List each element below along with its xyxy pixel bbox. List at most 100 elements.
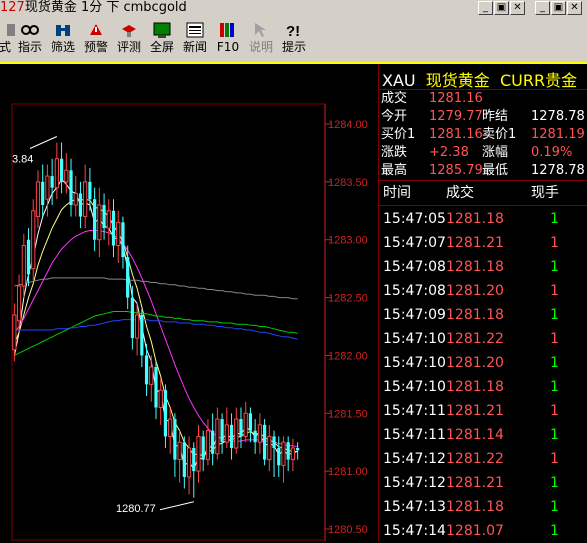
tick-time: 15:47:10: [383, 355, 446, 371]
tick-row: 15:47:07 1281.21 1: [379, 231, 587, 255]
candle-body: [69, 170, 73, 205]
tick-time: 15:47:07: [383, 235, 446, 251]
high-value: 1285.79: [429, 163, 483, 178]
minimize-button[interactable]: _: [478, 1, 493, 15]
candle-body: [130, 297, 135, 339]
candle-body: [26, 239, 31, 275]
alert-icon: [86, 21, 106, 39]
close-button[interactable]: ✕: [510, 1, 525, 15]
tick-price: 1281.18: [446, 307, 504, 323]
tick-time: 15:47:10: [383, 331, 446, 347]
tick-row: 15:47:12 1281.21 1: [379, 471, 587, 495]
candle-body: [215, 418, 220, 455]
candle-body: [78, 193, 83, 217]
indicator-icon: [20, 21, 40, 39]
candle-body: [290, 447, 296, 461]
price-tick-label: 1284.00: [328, 119, 368, 131]
low-marker-line: [159, 501, 194, 511]
candle-body: [149, 366, 154, 385]
candle-body: [262, 424, 267, 460]
candle-body: [158, 389, 163, 408]
tick-price: 1281.22: [446, 331, 504, 347]
tick-row: 15:47:14 1281.07 1: [379, 519, 587, 543]
tick-price: 1281.18: [446, 211, 504, 227]
tick-price: 1281.18: [446, 499, 504, 515]
toolbar-evaluate-button[interactable]: 评测: [112, 21, 146, 55]
candle-body: [106, 210, 111, 229]
binoculars-icon: [53, 21, 73, 39]
tick-row: 15:47:10 1281.20 1: [379, 351, 587, 375]
ask-value: 1281.19: [531, 127, 585, 142]
last-label: 成交: [381, 91, 408, 106]
toolbar-label: 提示: [281, 40, 306, 54]
candle-body: [296, 448, 300, 451]
candle-body: [229, 424, 234, 448]
toolbar-label: 预警: [83, 40, 108, 54]
chart-canvas: 1280.50 1281.00 1281.50 1282.00 1282.50 1283.…: [11, 103, 368, 541]
tick-price: 1281.18: [446, 379, 504, 395]
candle-body: [140, 314, 144, 356]
candle-body: [186, 447, 192, 478]
tick-time: 15:47:10: [383, 379, 446, 395]
price-tick-label: 1281.00: [328, 466, 368, 478]
price-tick-label: 1281.50: [328, 408, 368, 420]
candle-body: [73, 192, 78, 206]
toolbar-label: 筛选: [50, 40, 75, 54]
candle-body: [211, 430, 215, 454]
window-title: 127现货黄金 1分 下 cmbcgold: [0, 0, 187, 16]
candle-body: [41, 181, 45, 205]
quote-header: XAU 现货黄金 CURR贵金: [382, 67, 577, 91]
tick-vol: 1: [550, 523, 559, 539]
tick-vol: 1: [550, 475, 559, 491]
candle-body: [163, 390, 168, 437]
candle-body: [54, 158, 59, 189]
tick-time: 15:47:12: [383, 475, 446, 491]
quote-panel: XAU 现货黄金 CURR贵金 成交 1281.16 今开 1279.77 昨结…: [378, 64, 587, 541]
tick-price: 1281.21: [446, 235, 504, 251]
candle-body: [83, 181, 88, 218]
candle-body: [93, 199, 97, 240]
window-title-prefix: 127: [0, 0, 25, 15]
high-label: 最高: [381, 163, 408, 178]
toolbar-hint-button[interactable]: ?! 提示: [277, 21, 311, 55]
app-close-button[interactable]: ✕: [567, 1, 582, 15]
app-restore-button[interactable]: ▣: [551, 1, 566, 15]
tick-price: 1281.21: [446, 403, 504, 419]
candle-body: [182, 442, 186, 477]
price-tick-label: 1282.00: [328, 350, 368, 362]
low-label: 最低: [482, 163, 509, 178]
moving-average-line: [14, 311, 298, 356]
tick-row: 15:47:05 1281.18 1: [379, 207, 587, 231]
toolbar-label: F10: [216, 40, 240, 54]
open-label: 今开: [381, 109, 408, 124]
toolbar-f10-button[interactable]: F10: [211, 21, 245, 55]
pct-label: 涨幅: [482, 145, 509, 160]
candle-body: [126, 257, 130, 298]
tick-vol: 1: [550, 403, 559, 419]
toolbar-indicator-button[interactable]: 指示: [13, 21, 47, 55]
change-value: +2.38: [429, 145, 469, 160]
candle-body: [257, 424, 262, 443]
candle-body: [253, 430, 257, 443]
toolbar-help-button[interactable]: 说明: [244, 21, 278, 55]
tick-row: 15:47:11 1281.14 1: [379, 423, 587, 447]
tick-row: 15:47:09 1281.18 1: [379, 303, 587, 327]
toolbar-alert-button[interactable]: 预警: [79, 21, 113, 55]
low-annotation: 1280.77: [116, 503, 156, 515]
tick-vol: 1: [550, 235, 559, 251]
tick-price: 1281.22: [446, 451, 504, 467]
app-minimize-button[interactable]: _: [535, 1, 550, 15]
price-tick-label: 1282.50: [328, 293, 368, 305]
toolbar-news-button[interactable]: 新闻: [178, 21, 212, 55]
tick-row: 15:47:10 1281.18 1: [379, 375, 587, 399]
toolbar-label: 评测: [116, 40, 141, 54]
toolbar-label: 指示: [17, 40, 42, 54]
tick-time: 15:47:05: [383, 211, 446, 227]
candle-body: [168, 418, 173, 437]
candle-body: [201, 436, 205, 460]
restore-button[interactable]: ▣: [494, 1, 509, 15]
toolbar-fullscreen-button[interactable]: 全屏: [145, 21, 179, 55]
candle-body: [248, 413, 253, 431]
kline-chart[interactable]: 1280.50 1281.00 1281.50 1282.00 1282.50 1283.…: [0, 64, 378, 541]
toolbar-filter-button[interactable]: 筛选: [46, 21, 80, 55]
